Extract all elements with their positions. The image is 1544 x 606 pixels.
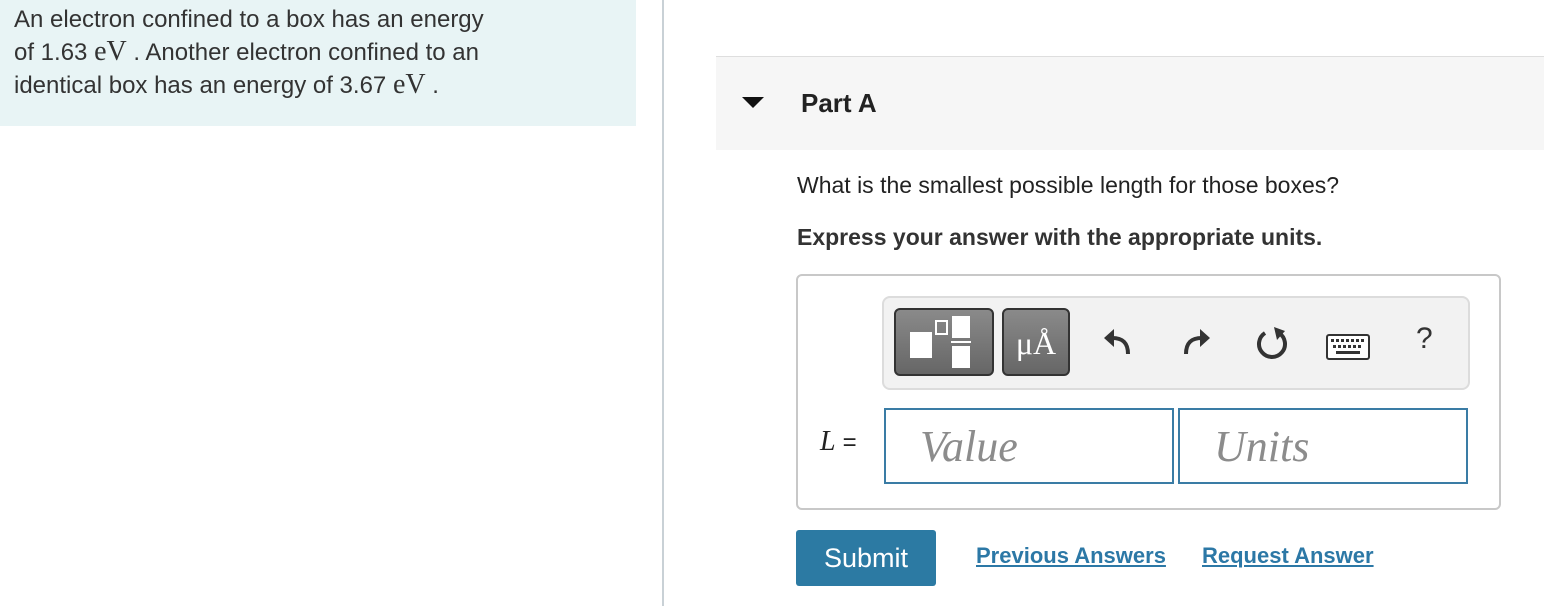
collapse-caret-icon[interactable] [742,97,764,108]
question-text: What is the smallest possible length for… [797,172,1340,198]
request-answer-link[interactable]: Request Answer [1202,543,1374,569]
units-button[interactable]: μÅ [1002,308,1070,376]
problem-line-2-start: of 1.63 [14,39,95,66]
problem-line-2: of 1.63 eV . Another electron confined t… [14,36,622,69]
instruction-text: Express your answer with the appropriate… [797,224,1323,250]
problem-line-2-end: . Another electron confined to an [126,39,479,66]
problem-line-1: An electron confined to a box has an ene… [14,6,484,33]
undo-icon[interactable] [1100,324,1136,360]
reset-icon[interactable] [1252,324,1292,364]
variable-name: L [820,426,836,457]
templates-icon [910,316,971,368]
help-icon[interactable]: ? [1416,322,1433,356]
keyboard-icon[interactable] [1326,334,1370,360]
problem-line-3: identical box has an energy of 3.67 eV . [14,69,622,102]
value-input[interactable] [884,408,1174,484]
previous-answers-link[interactable]: Previous Answers [976,543,1166,569]
submit-button[interactable]: Submit [796,530,936,586]
part-title: Part A [801,88,877,118]
variable-label: L = [820,426,857,458]
problem-line-3-end: . [425,72,439,99]
equals-sign: = [842,429,857,456]
energy-unit-1: eV [94,36,127,67]
templates-button[interactable] [894,308,994,376]
units-input[interactable] [1178,408,1468,484]
energy-unit-2: eV [392,69,426,100]
problem-line-3-start: identical box has an energy of 3.67 [14,72,393,99]
redo-icon[interactable] [1178,324,1214,360]
column-divider [662,0,664,606]
problem-statement: An electron confined to a box has an ene… [0,0,636,126]
